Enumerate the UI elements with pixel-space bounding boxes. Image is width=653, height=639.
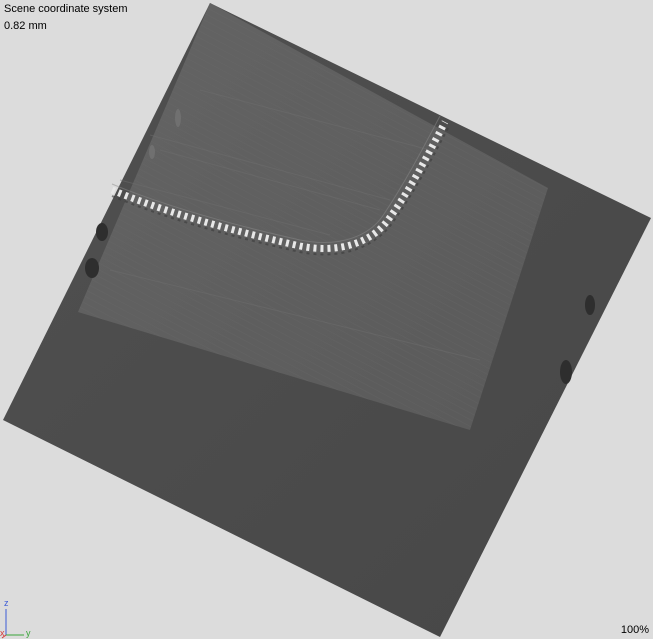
axis-triad: z x y bbox=[0, 599, 40, 639]
zoom-level: 100% bbox=[620, 624, 649, 636]
scale-label: 0.82 mm bbox=[4, 20, 47, 32]
coordinate-system-label: Scene coordinate system bbox=[4, 3, 128, 15]
axis-y-label: y bbox=[26, 628, 31, 638]
axis-z-label: z bbox=[4, 598, 9, 608]
3d-viewport[interactable]: Scene coordinate system 0.82 mm 100% z x… bbox=[0, 0, 653, 639]
scene-canvas[interactable] bbox=[0, 0, 653, 639]
axis-x-label: x bbox=[0, 628, 5, 638]
